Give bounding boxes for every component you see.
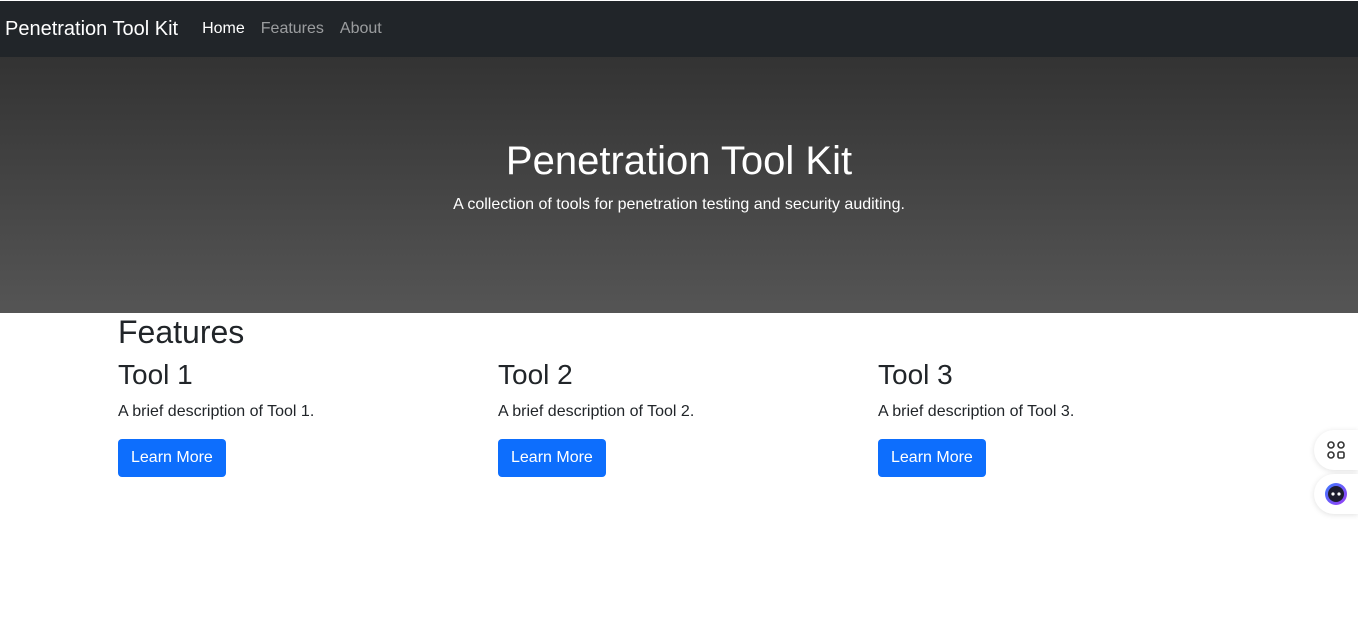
nav-links: Home Features About [194, 20, 390, 38]
learn-more-button-tool-2[interactable]: Learn More [498, 439, 606, 477]
tool-description: A brief description of Tool 3. [878, 403, 1075, 420]
tool-description: A brief description of Tool 2. [498, 403, 695, 420]
tool-title: Tool 3 [878, 359, 953, 390]
hero-subtitle: A collection of tools for penetration te… [453, 196, 905, 213]
learn-more-button-tool-1[interactable]: Learn More [118, 439, 226, 477]
brand-logo-text[interactable]: Penetration Tool Kit [5, 18, 178, 41]
nav-link-about[interactable]: About [332, 20, 390, 38]
apps-grid-icon [1327, 441, 1345, 459]
hero-title: Penetration Tool Kit [505, 139, 853, 183]
assistant-widget-button[interactable] [1314, 474, 1358, 514]
learn-more-button-tool-3[interactable]: Learn More [878, 439, 986, 477]
tool-card-2: Tool 2 A brief description of Tool 2. Le… [498, 357, 858, 477]
features-heading: Features [118, 314, 245, 350]
apps-widget-button[interactable] [1314, 430, 1358, 470]
assistant-face-icon [1325, 483, 1347, 505]
navbar: Penetration Tool Kit Home Features About [0, 1, 1358, 57]
tool-card-3: Tool 3 A brief description of Tool 3. Le… [878, 357, 1238, 477]
nav-link-home[interactable]: Home [194, 20, 253, 38]
hero-banner: Penetration Tool Kit A collection of too… [0, 57, 1358, 313]
tool-description: A brief description of Tool 1. [118, 403, 315, 420]
tool-title: Tool 2 [498, 359, 573, 390]
nav-link-features[interactable]: Features [253, 20, 332, 38]
tool-title: Tool 1 [118, 359, 193, 390]
tool-card-1: Tool 1 A brief description of Tool 1. Le… [118, 357, 478, 477]
